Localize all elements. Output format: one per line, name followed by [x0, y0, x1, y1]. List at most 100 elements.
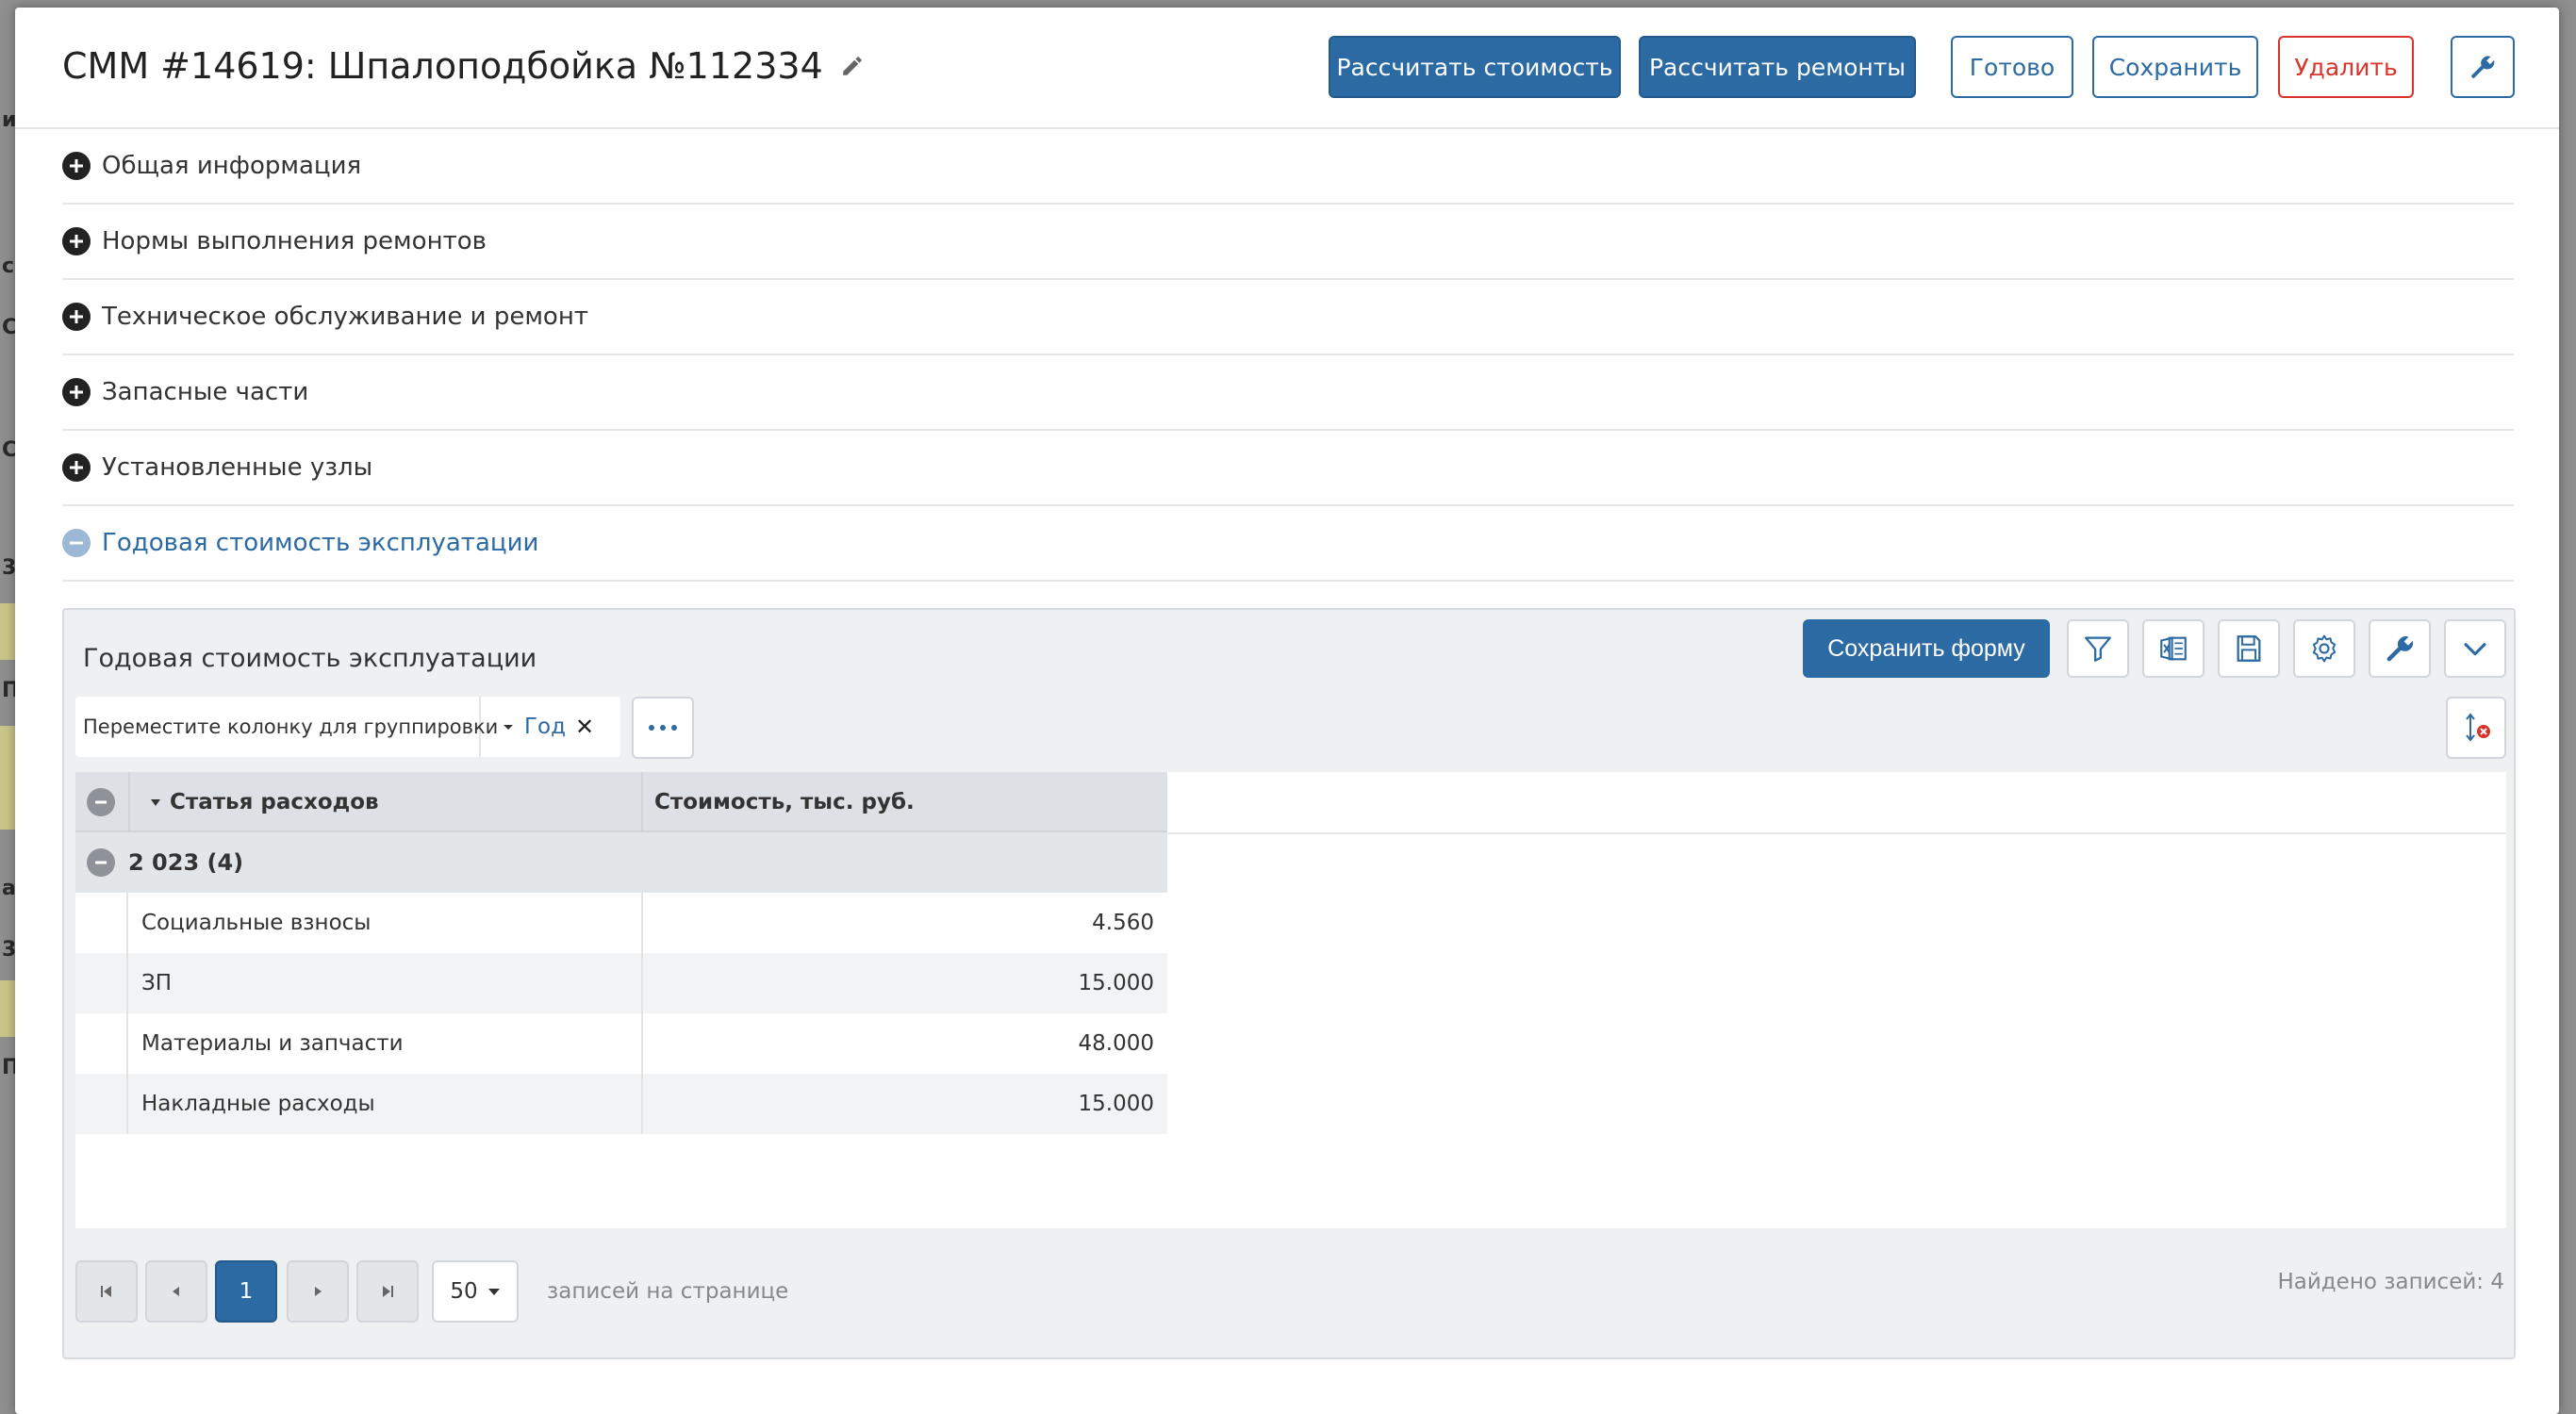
minus-circle-icon — [62, 529, 91, 557]
first-page-button[interactable] — [75, 1260, 138, 1323]
section-label: Общая информация — [102, 152, 362, 180]
save-button[interactable]: Сохранить — [2092, 36, 2258, 98]
background-highlight — [0, 603, 15, 660]
panel-title: Годовая стоимость эксплуатации — [83, 644, 537, 673]
gear-icon — [2312, 634, 2337, 663]
done-button[interactable]: Готово — [1951, 36, 2073, 98]
sort-desc-icon — [151, 799, 160, 806]
wrench-icon — [2386, 636, 2414, 662]
last-page-icon — [383, 1286, 393, 1297]
collapse-all-toggle[interactable] — [87, 772, 121, 832]
caret-down-icon — [487, 1289, 500, 1295]
calc-cost-button[interactable]: Рассчитать стоимость — [1329, 36, 1621, 98]
close-icon[interactable]: ✕ — [575, 714, 594, 740]
table-row[interactable]: Накладные расходы 15.000 — [75, 1074, 1167, 1134]
column-separator — [128, 772, 130, 832]
annual-cost-grid: Статья расходов Стоимость, тыс. руб. 2 0… — [75, 772, 2506, 1228]
section-repair-norms[interactable]: Нормы выполнения ремонтов — [62, 205, 2514, 280]
plus-circle-icon — [62, 152, 91, 180]
section-label: Годовая стоимость эксплуатации — [102, 529, 539, 557]
last-page-button[interactable] — [356, 1260, 419, 1323]
table-row[interactable]: Материалы и запчасти 48.000 — [75, 1013, 1167, 1074]
cell-cost: 15.000 — [1078, 971, 1154, 995]
page-size-label: записей на странице — [547, 1279, 789, 1304]
plus-circle-icon — [62, 453, 91, 482]
row-indent — [75, 1074, 128, 1134]
cell-expense-item: Материалы и запчасти — [141, 1031, 404, 1056]
grid-settings-button[interactable] — [2293, 619, 2355, 678]
column-header-label: Статья расходов — [170, 790, 379, 814]
section-label: Установленные узлы — [102, 453, 373, 482]
background-text: а — [2, 877, 16, 900]
wrench-icon — [2471, 56, 2495, 78]
edit-modal: СММ #14619: Шпалоподбойка №112334 Рассчи… — [15, 8, 2559, 1414]
first-page-icon — [101, 1286, 111, 1297]
reset-sort-button[interactable] — [2446, 697, 2506, 759]
group-by-area[interactable]: Переместите колонку для группировки Год … — [75, 697, 620, 757]
cell-expense-item: Социальные взносы — [141, 911, 372, 935]
settings-wrench-button[interactable] — [2451, 36, 2515, 98]
export-excel-button[interactable] — [2142, 619, 2204, 678]
minus-circle-icon[interactable] — [87, 848, 115, 877]
chevron-right-icon — [315, 1287, 322, 1296]
page-size-value: 50 — [450, 1279, 478, 1304]
minus-circle-icon — [87, 788, 115, 816]
calc-repairs-button[interactable]: Рассчитать ремонты — [1639, 36, 1916, 98]
annual-cost-panel: Годовая стоимость эксплуатации Сохранить… — [62, 608, 2516, 1359]
background-text: с — [2, 255, 15, 278]
page-size-select[interactable]: 50 — [432, 1260, 519, 1323]
caret-down-icon — [504, 725, 513, 730]
delete-button[interactable]: Удалить — [2278, 36, 2414, 98]
column-header-cost[interactable]: Стоимость, тыс. руб. — [654, 772, 915, 832]
modal-title: СММ #14619: Шпалоподбойка №112334 — [62, 45, 865, 87]
section-spare-parts[interactable]: Запасные части — [62, 355, 2514, 431]
collapse-panel-button[interactable] — [2444, 619, 2506, 678]
filter-icon — [2085, 636, 2111, 662]
modal-header: СММ #14619: Шпалоподбойка №112334 Рассчи… — [15, 8, 2559, 129]
grid-header: Статья расходов Стоимость, тыс. руб. — [75, 772, 1167, 832]
section-annual-cost[interactable]: Годовая стоимость эксплуатации — [62, 506, 2514, 582]
plus-circle-icon — [62, 378, 91, 406]
save-layout-button[interactable] — [2218, 619, 2280, 678]
column-header-expense-item[interactable]: Статья расходов — [149, 772, 379, 832]
edit-pencil-icon[interactable] — [840, 54, 865, 78]
records-found: Найдено записей: 4 — [2277, 1270, 2504, 1294]
section-label: Техническое обслуживание и ремонт — [102, 303, 588, 331]
table-row[interactable]: Социальные взносы 4.560 — [75, 893, 1167, 953]
group-row-2023[interactable]: 2 023 (4) — [75, 832, 1167, 893]
cell-cost: 48.000 — [1078, 1031, 1154, 1056]
group-label: 2 023 (4) — [128, 849, 244, 876]
grid-header-line — [1167, 832, 2506, 834]
column-separator — [641, 1013, 643, 1074]
row-indent — [75, 893, 128, 953]
section-label: Запасные части — [102, 378, 309, 406]
row-indent — [75, 1013, 128, 1074]
section-maintenance[interactable]: Техническое обслуживание и ремонт — [62, 280, 2514, 355]
cell-expense-item: ЗП — [141, 971, 173, 995]
prev-page-button[interactable] — [145, 1260, 207, 1323]
more-options-button[interactable] — [632, 697, 694, 759]
next-page-button[interactable] — [287, 1260, 349, 1323]
excel-icon — [2160, 636, 2187, 661]
section-general-info[interactable]: Общая информация — [62, 129, 2514, 205]
plus-circle-icon — [62, 227, 91, 255]
chevron-down-icon — [2464, 643, 2486, 656]
background-highlight — [0, 726, 15, 830]
filter-button[interactable] — [2067, 619, 2129, 678]
cell-expense-item: Накладные расходы — [141, 1092, 375, 1116]
sort-reset-icon — [2466, 713, 2490, 742]
table-row[interactable]: ЗП 15.000 — [75, 953, 1167, 1013]
cell-cost: 15.000 — [1078, 1092, 1154, 1116]
save-form-button[interactable]: Сохранить форму — [1803, 619, 2050, 678]
group-chip-year[interactable]: Год ✕ — [481, 714, 594, 740]
section-label: Нормы выполнения ремонтов — [102, 227, 487, 255]
cell-cost: 4.560 — [1092, 911, 1154, 935]
section-installed-units[interactable]: Установленные узлы — [62, 431, 2514, 506]
group-chip-label: Год — [524, 715, 567, 739]
plus-circle-icon — [62, 303, 91, 331]
ellipsis-icon — [649, 725, 677, 731]
page-button-current[interactable]: 1 — [215, 1260, 277, 1323]
grid-tools-button[interactable] — [2369, 619, 2431, 678]
chevron-left-icon — [173, 1287, 179, 1296]
column-separator — [641, 772, 643, 832]
